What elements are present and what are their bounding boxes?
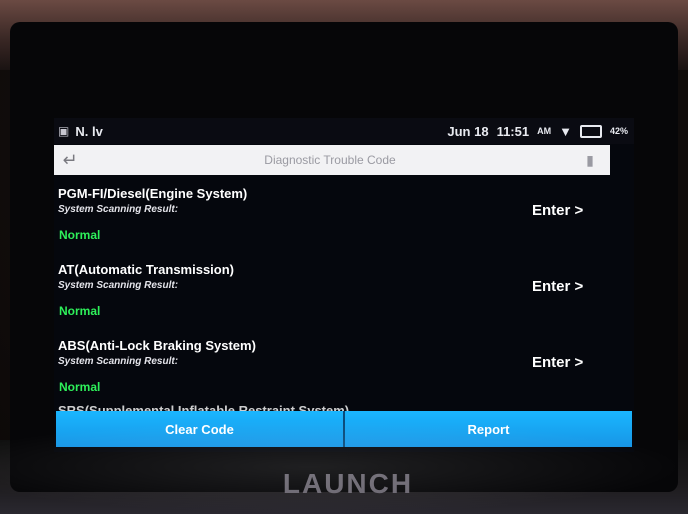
system-name: AT(Automatic Transmission) bbox=[58, 262, 235, 277]
system-name: ABS(Anti-Lock Braking System) bbox=[58, 338, 256, 353]
title-bar: ↵ Diagnostic Trouble Code ▮ bbox=[54, 145, 610, 175]
system-subtitle: System Scanning Result: bbox=[58, 204, 179, 215]
system-item-abs[interactable]: ABS(Anti-Lock Braking System) System Sca… bbox=[54, 332, 634, 408]
enter-button[interactable]: Enter > bbox=[532, 202, 583, 219]
gallery-icon: ▣ bbox=[58, 124, 70, 138]
report-button[interactable]: Report bbox=[345, 411, 632, 447]
battery-icon bbox=[579, 124, 602, 138]
page-title: Diagnostic Trouble Code bbox=[264, 153, 396, 167]
system-status: Normal bbox=[59, 304, 101, 318]
screen: ▣ N. lv Jun 18 11:51 AM ▼ 42% ↵ Diagnost… bbox=[54, 118, 634, 452]
system-subtitle: System Scanning Result: bbox=[58, 356, 179, 367]
clear-code-button[interactable]: Clear Code bbox=[56, 411, 343, 447]
system-status: Normal bbox=[59, 380, 101, 394]
system-list: PGM-FI/Diesel(Engine System) System Scan… bbox=[54, 180, 634, 408]
system-name: PGM-FI/Diesel(Engine System) bbox=[58, 186, 248, 201]
status-time: 11:51 bbox=[496, 123, 530, 139]
status-date: Jun 18 bbox=[447, 123, 489, 139]
device-brand-logo: LAUNCH bbox=[282, 468, 414, 499]
exit-icon[interactable]: ▮ bbox=[570, 152, 610, 169]
enter-button[interactable]: Enter > bbox=[532, 278, 583, 295]
system-status: Normal bbox=[59, 228, 101, 242]
system-item-transmission[interactable]: AT(Automatic Transmission) System Scanni… bbox=[54, 256, 634, 332]
wifi-icon: ▼ bbox=[559, 123, 572, 139]
battery-level: 42% bbox=[609, 126, 628, 136]
system-item-engine[interactable]: PGM-FI/Diesel(Engine System) System Scan… bbox=[54, 180, 634, 256]
status-indicators: N. lv bbox=[75, 123, 103, 139]
system-subtitle: System Scanning Result: bbox=[58, 280, 179, 291]
enter-button[interactable]: Enter > bbox=[532, 354, 583, 371]
status-meridiem: AM bbox=[537, 126, 552, 136]
back-arrow-icon[interactable]: ↵ bbox=[54, 150, 90, 171]
action-bar: Clear Code Report bbox=[56, 411, 632, 447]
status-bar: ▣ N. lv Jun 18 11:51 AM ▼ 42% bbox=[54, 118, 634, 144]
